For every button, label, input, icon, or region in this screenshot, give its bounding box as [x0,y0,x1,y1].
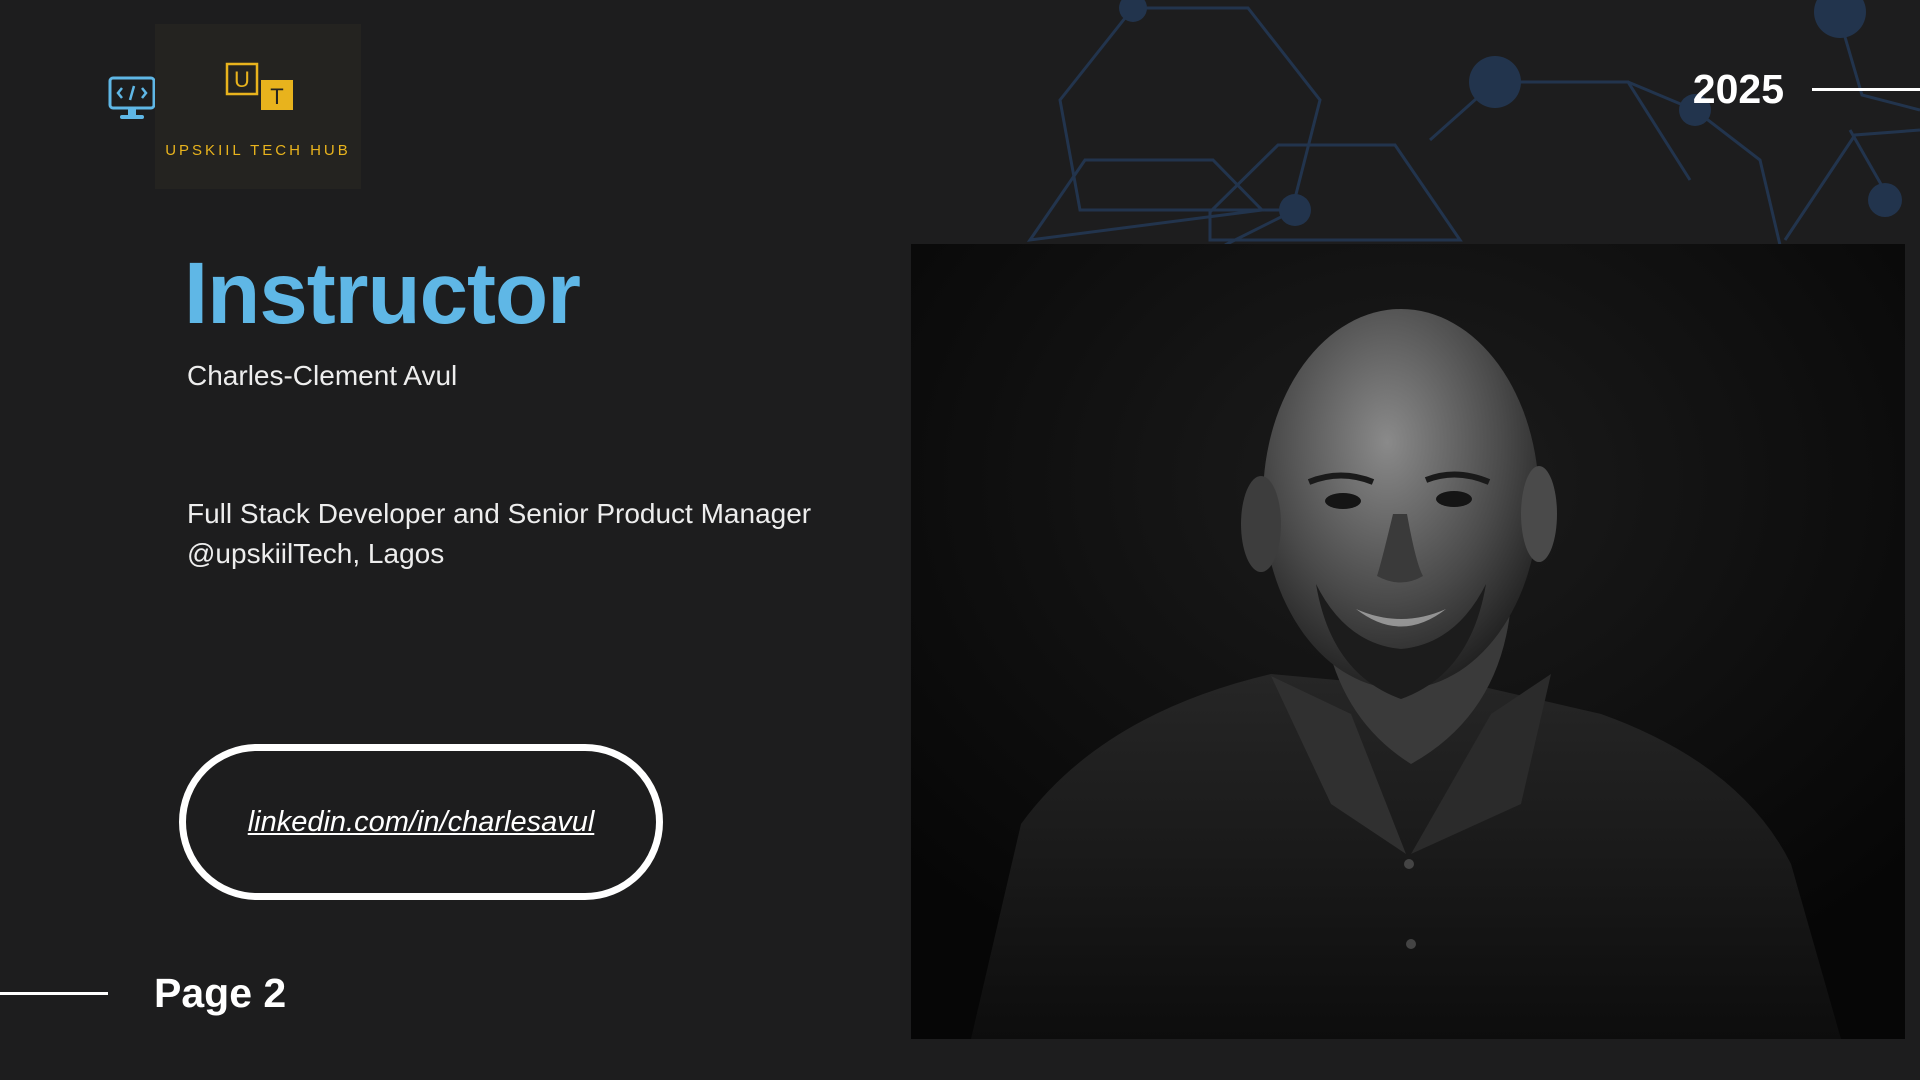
instructor-name: Charles-Clement Avul [187,360,458,391]
year-divider-line [1812,88,1920,91]
logo-letter-t: T [270,84,283,109]
page-number: Page 2 [154,970,287,1016]
role-line-2: @upskiilTech, Lagos [187,538,445,569]
upskiil-tech-hub-logo: U T UPSKIIL TECH HUB [155,24,361,189]
monitor-code-icon [108,76,156,119]
logo-mark-icon: U T [225,62,293,110]
year-label: 2025 [1692,66,1784,112]
page-divider-line [0,992,108,995]
portrait-image [911,244,1905,1039]
logo-text: UPSKIIL TECH HUB [165,142,351,159]
slide-title: Instructor [184,245,581,342]
linkedin-link-text[interactable]: linkedin.com/in/charlesavul [248,806,595,839]
instructor-role: Full Stack Developer and Senior Product … [187,494,907,574]
role-line-1: Full Stack Developer and Senior Product … [187,498,812,529]
logo-letter-u: U [234,67,250,92]
linkedin-link-button[interactable]: linkedin.com/in/charlesavul [179,744,663,900]
instructor-photo [911,244,1905,1039]
